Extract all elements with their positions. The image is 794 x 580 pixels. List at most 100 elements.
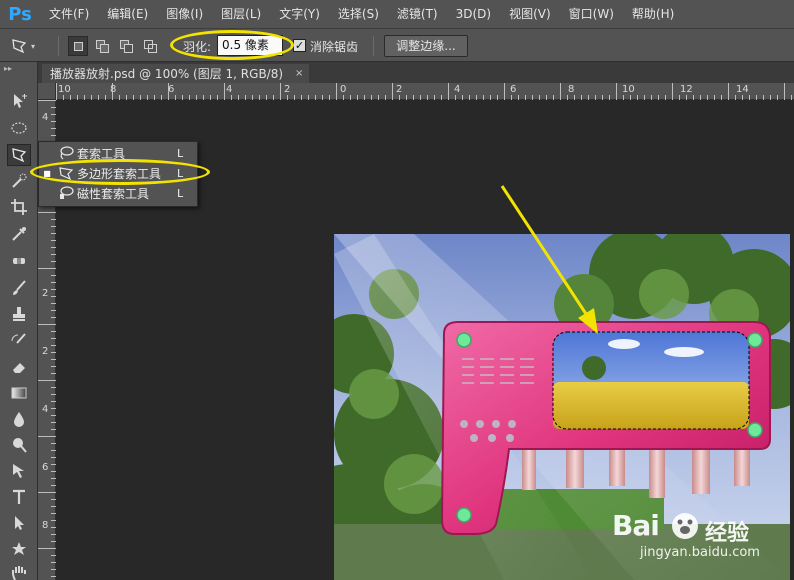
eraser-icon <box>13 363 25 373</box>
brush-icon <box>13 280 26 295</box>
path-selection-tool[interactable] <box>7 512 31 534</box>
flyout-item-magnetic-lasso[interactable]: 磁性套索工具 L <box>39 184 197 202</box>
polygonal-lasso-icon <box>12 39 27 54</box>
add-to-selection-button[interactable] <box>92 36 112 56</box>
document-tab-bar: 播放器放射.psd @ 100% (图层 1, RGB/8) × <box>38 62 794 83</box>
paw-icon <box>670 511 700 544</box>
flyout-item-polygonal-lasso[interactable]: ■ 多边形套索工具 L <box>39 164 197 182</box>
crop-tool[interactable] <box>7 196 31 218</box>
flyout-item-lasso[interactable]: 套索工具 L <box>39 144 197 162</box>
shape-tool[interactable] <box>7 538 31 560</box>
ruler-label: 4 <box>226 84 233 95</box>
selection-dot: ■ <box>43 168 51 178</box>
eyedropper-tool[interactable] <box>7 223 31 245</box>
feather-input[interactable]: 0.5 像素 <box>217 35 283 56</box>
ruler-label: 12 <box>680 84 693 95</box>
menu-layer[interactable]: 图层(L) <box>212 0 270 28</box>
menu-view[interactable]: 视图(V) <box>500 0 560 28</box>
shortcut-key: L <box>177 186 184 200</box>
watermark-jingyan: 经验 <box>705 521 750 546</box>
gradient-icon <box>11 387 27 399</box>
menu-window[interactable]: 窗口(W) <box>560 0 623 28</box>
antialias-label: 消除锯齿 <box>310 40 359 54</box>
type-icon <box>13 489 25 504</box>
healing-brush-tool[interactable] <box>7 250 31 272</box>
history-brush-tool[interactable] <box>7 330 31 352</box>
intersect-selection-icon-part <box>148 44 157 53</box>
add-selection-icon-part <box>100 44 109 53</box>
dodge-tool[interactable] <box>7 434 31 456</box>
menu-image[interactable]: 图像(I) <box>157 0 212 28</box>
ruler-label: 0 <box>340 84 347 95</box>
menu-select[interactable]: 选择(S) <box>329 0 388 28</box>
ruler-label: 10 <box>622 84 635 95</box>
menu-bar: Ps 文件(F) 编辑(E) 图像(I) 图层(L) 文字(Y) 选择(S) 滤… <box>0 0 794 28</box>
quick-selection-tool[interactable] <box>7 170 31 192</box>
antialias-checkbox[interactable]: ✓ <box>293 39 306 52</box>
watermark: Bai 经验 jingyan.baidu.com <box>610 505 790 565</box>
watermark-url: jingyan.baidu.com <box>640 545 760 560</box>
stamp-icon <box>13 307 25 321</box>
history-brush-icon <box>11 333 26 344</box>
shortcut-key: L <box>177 166 184 180</box>
dodge-icon <box>13 438 27 453</box>
ruler-label: 4 <box>42 404 49 415</box>
menu-help[interactable]: 帮助(H) <box>623 0 683 28</box>
options-bar: ▾ 羽化: 0.5 像素 ✓ 消除锯齿 调整边缘... <box>0 28 794 62</box>
ruler-label: 4 <box>42 112 49 123</box>
ruler-label: 8 <box>42 520 49 531</box>
ruler-label: 2 <box>42 288 49 299</box>
panel-collapse-icon[interactable]: ▸▸ <box>0 62 37 80</box>
tool-preset-picker[interactable]: ▾ <box>10 36 44 56</box>
document-tab[interactable]: 播放器放射.psd @ 100% (图层 1, RGB/8) × <box>42 64 310 83</box>
intersect-selection-button[interactable] <box>140 36 160 56</box>
ruler-origin[interactable] <box>38 83 56 100</box>
horizontal-ruler[interactable]: 10 8 6 4 2 0 2 4 6 8 10 12 14 <box>56 83 794 100</box>
ruler-label: 6 <box>168 84 175 95</box>
bandage-icon <box>13 258 25 264</box>
ruler-label: 8 <box>110 84 117 95</box>
eraser-tool[interactable] <box>7 356 31 378</box>
new-selection-icon <box>74 42 83 51</box>
ruler-label: 8 <box>568 84 575 95</box>
type-tool[interactable] <box>7 486 31 508</box>
blur-tool[interactable] <box>7 408 31 430</box>
magnetic-lasso-icon <box>55 186 77 200</box>
close-icon[interactable]: × <box>295 68 303 79</box>
menu-edit[interactable]: 编辑(E) <box>98 0 157 28</box>
clone-stamp-tool[interactable] <box>7 303 31 325</box>
brush-tool[interactable] <box>7 277 31 299</box>
move-tool[interactable] <box>7 90 31 112</box>
hand-icon <box>12 566 26 580</box>
ruler-label: 2 <box>42 346 49 357</box>
watermark-logo: Bai <box>612 509 660 542</box>
menu-3d[interactable]: 3D(D) <box>447 0 500 28</box>
ruler-label: 6 <box>42 462 49 473</box>
flyout-label: 多边形套索工具 <box>77 166 162 181</box>
polygonal-lasso-icon <box>12 148 27 163</box>
refine-edge-button[interactable]: 调整边缘... <box>384 35 468 57</box>
menu-file[interactable]: 文件(F) <box>40 0 98 28</box>
separator <box>373 36 374 56</box>
crop-icon <box>11 199 27 215</box>
tools-panel: ▸▸ <box>0 62 38 580</box>
marquee-tool[interactable] <box>7 117 31 139</box>
ruler-label: 4 <box>454 84 461 95</box>
menu-filter[interactable]: 滤镜(T) <box>388 0 447 28</box>
app-logo[interactable]: Ps <box>0 0 40 28</box>
separator <box>58 36 59 56</box>
move-icon <box>14 94 27 108</box>
hand-tool[interactable] <box>7 562 31 580</box>
polygonal-lasso-icon <box>55 166 77 180</box>
lasso-tool[interactable] <box>7 144 31 166</box>
custom-shape-icon <box>12 542 26 555</box>
ruler-label: 14 <box>736 84 749 95</box>
menu-type[interactable]: 文字(Y) <box>270 0 329 28</box>
path-selection-icon <box>15 516 24 530</box>
new-selection-button[interactable] <box>68 36 88 56</box>
pen-tool[interactable] <box>7 460 31 482</box>
document-title: 播放器放射.psd @ 100% (图层 1, RGB/8) <box>50 67 284 81</box>
subtract-from-selection-button[interactable] <box>116 36 136 56</box>
gradient-tool[interactable] <box>7 382 31 404</box>
eyedropper-icon <box>12 227 26 241</box>
